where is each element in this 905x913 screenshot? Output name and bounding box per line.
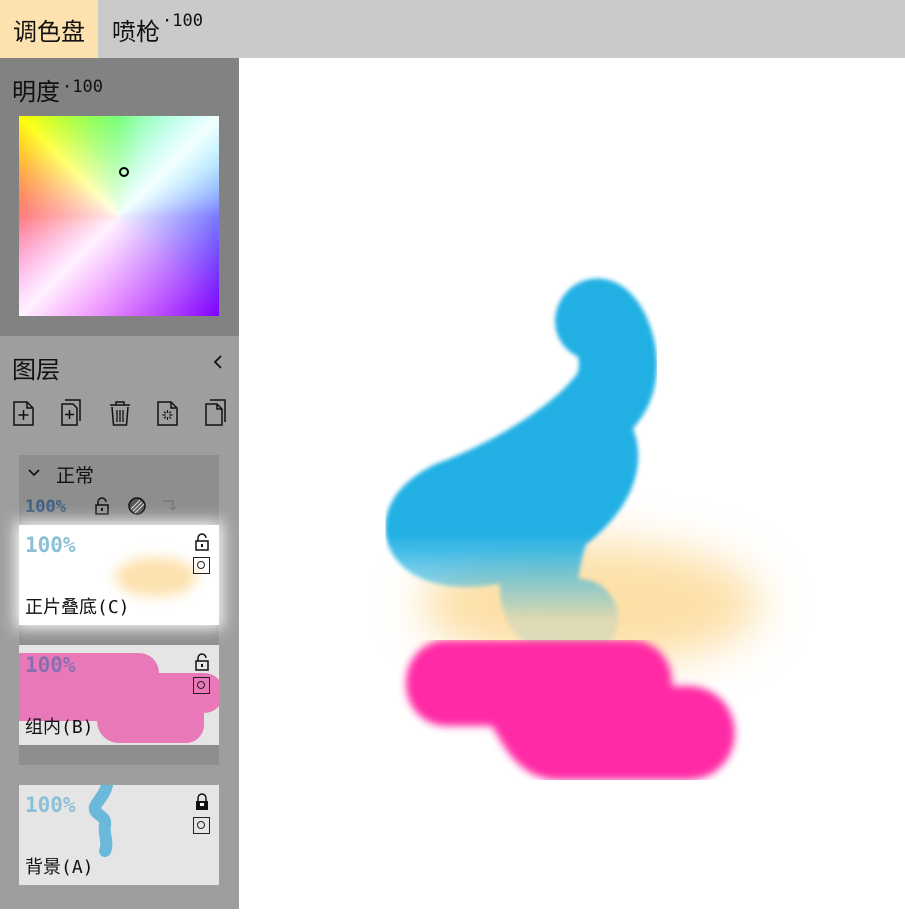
drawing-canvas[interactable] [239, 58, 905, 909]
new-layer-icon[interactable] [11, 398, 37, 428]
lock-icon[interactable] [194, 793, 210, 811]
duplicate-icon[interactable] [203, 398, 229, 428]
visibility-icon[interactable] [193, 677, 210, 694]
airbrush-value: ·100 [162, 11, 203, 31]
unlock-icon[interactable] [194, 653, 210, 671]
layer-item-b[interactable]: 100% 组内(B) [19, 645, 219, 745]
color-panel: 明度 ·100 [0, 58, 239, 336]
brightness-control[interactable]: 明度 ·100 [12, 72, 103, 107]
unlock-icon[interactable] [194, 533, 210, 551]
top-toolbar: 调色盘 喷枪 ·100 [0, 0, 905, 58]
chevron-left-icon[interactable] [212, 352, 224, 378]
layers-title: 图层 [12, 356, 60, 384]
visibility-icon[interactable] [193, 817, 210, 834]
color-picker[interactable] [19, 116, 219, 316]
clip-arrow-icon[interactable] [161, 497, 179, 517]
tab-airbrush[interactable]: 喷枪 ·100 [112, 0, 203, 58]
brightness-label: 明度 [12, 78, 60, 106]
layer-thumbnail [115, 557, 197, 597]
layer-opacity[interactable]: 100% [25, 653, 76, 677]
new-group-icon[interactable] [59, 398, 85, 428]
visibility-icon[interactable] [193, 557, 210, 574]
layer-item-a[interactable]: 100% 背景(A) [19, 785, 219, 885]
clip-mask-icon[interactable] [127, 496, 147, 520]
group-opacity[interactable]: 100% [25, 497, 66, 517]
layer-name: 正片叠底(C) [25, 597, 130, 618]
layer-opacity[interactable]: 100% [25, 533, 76, 557]
layer-item-c[interactable]: 100% 正片叠底(C) [19, 525, 219, 625]
layer-name: 背景(A) [25, 857, 94, 878]
chevron-down-icon[interactable] [27, 463, 41, 482]
sidebar: 明度 ·100 图层 正常 100% 100% 正片叠底(C) 100% 组内(… [0, 58, 239, 909]
blend-mode-select[interactable]: 正常 [56, 461, 94, 488]
tab-palette-label: 调色盘 [13, 17, 85, 46]
unlock-icon[interactable] [94, 497, 110, 519]
merge-icon[interactable] [155, 398, 181, 428]
trash-icon[interactable] [107, 398, 133, 428]
canvas-artwork [385, 278, 761, 780]
pink-stroke [406, 640, 735, 780]
layer-group-header: 正常 100% [19, 455, 219, 525]
layer-opacity[interactable]: 100% [25, 793, 76, 817]
tab-airbrush-label: 喷枪 [112, 17, 160, 46]
layer-name: 组内(B) [25, 717, 94, 738]
tab-palette[interactable]: 调色盘 [0, 0, 98, 58]
brightness-value: ·100 [62, 77, 103, 97]
color-picker-cursor[interactable] [119, 167, 129, 177]
